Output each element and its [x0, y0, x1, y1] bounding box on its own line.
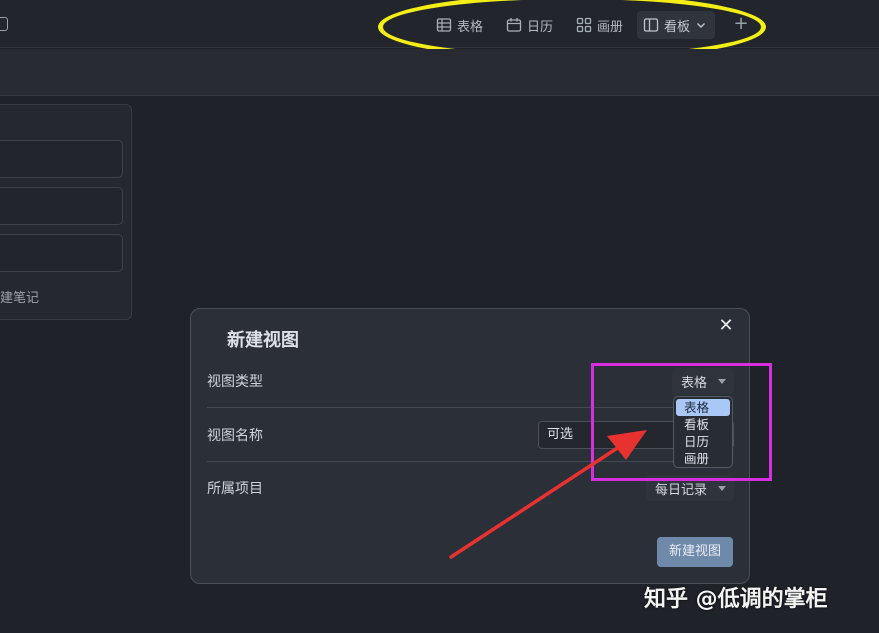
watermark-text: 知乎 @低调的掌柜	[644, 587, 828, 612]
annotation-red-arrow	[449, 430, 647, 559]
